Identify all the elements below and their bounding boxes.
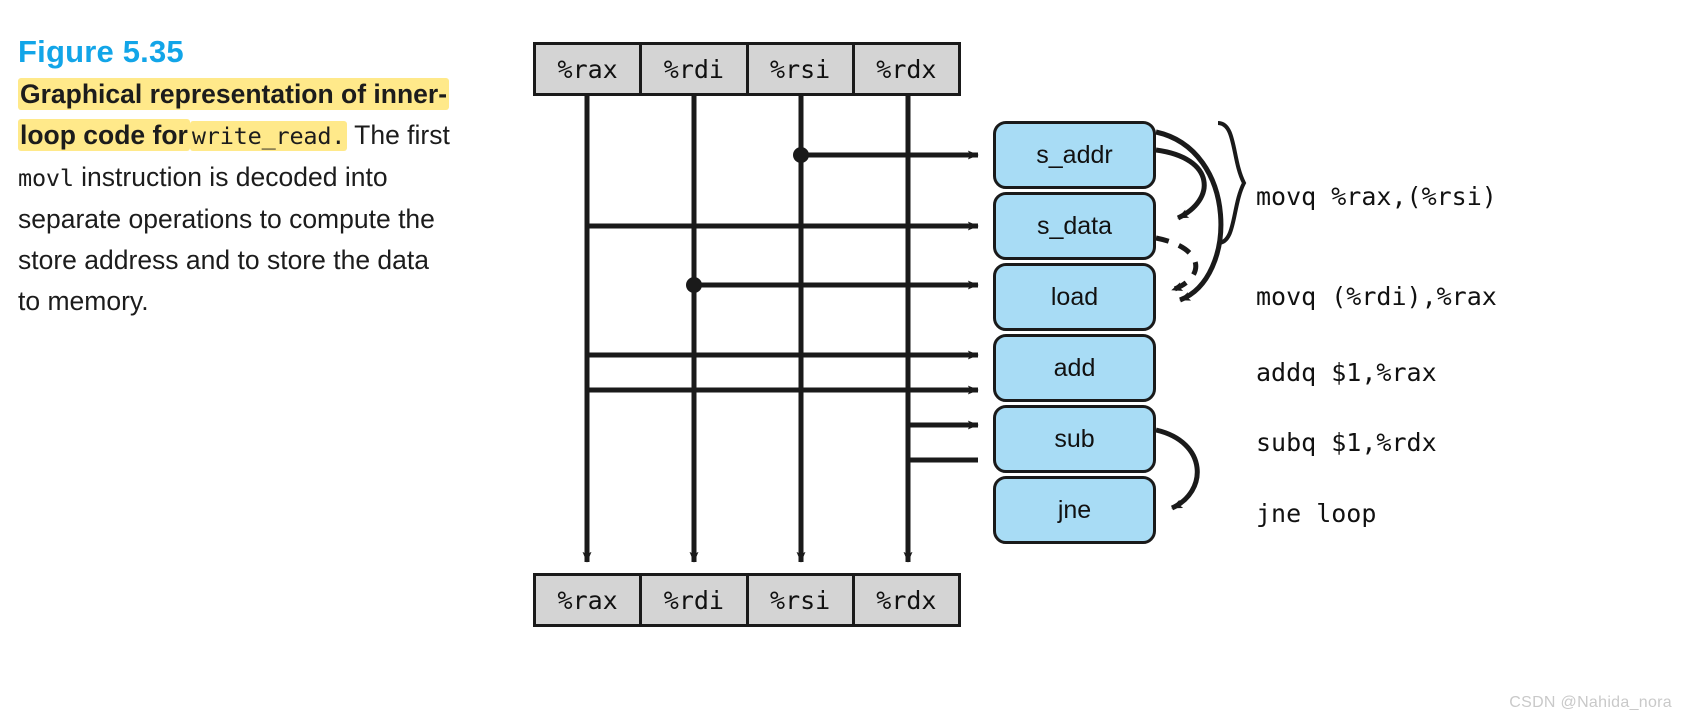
assembly-line-load: movq (%rdi),%rax	[1256, 282, 1497, 311]
wire-saddr-to-load-curve	[1155, 129, 1224, 303]
assembly-line-sub: subq $1,%rdx	[1256, 428, 1437, 457]
wire-sub-to-jne-curve	[1155, 427, 1200, 511]
register-file-top: %rax %rdi %rsi %rdx	[533, 42, 961, 96]
operation-box-s-addr: s_addr	[993, 121, 1156, 189]
junction-dot-rdi-load	[686, 277, 702, 293]
register-cell-rdx-top: %rdx	[876, 54, 937, 84]
operation-box-load: load	[993, 263, 1156, 331]
register-cell-rax-bottom: %rax	[536, 576, 643, 624]
assembly-line-jne: jne loop	[1256, 499, 1377, 528]
register-cell-rdi-top: %rdi	[642, 45, 749, 93]
assembly-line-store: movq %rax,(%rsi)	[1256, 182, 1497, 211]
register-cell-rdx-bottom: %rdx	[876, 585, 937, 615]
operation-box-jne: jne	[993, 476, 1156, 544]
register-cell-rsi-bottom: %rsi	[749, 576, 855, 624]
watermark-text: CSDN @Nahida_nora	[1509, 694, 1672, 711]
operation-box-add: add	[993, 334, 1156, 402]
wire-rax-to-sdata	[584, 96, 979, 231]
assembly-line-add: addq $1,%rax	[1256, 358, 1437, 387]
brace-store-pair	[1217, 121, 1247, 245]
wire-load-to-add	[584, 320, 979, 360]
dataflow-diagram: %rax %rdi %rsi %rdx %rax %rdi %rsi %rdx …	[0, 0, 1684, 720]
junction-dot-rsi-saddr	[793, 147, 809, 163]
wire-sdata-to-load-dashed	[1155, 235, 1199, 293]
register-file-bottom: %rax %rdi %rsi %rdx	[533, 573, 961, 627]
register-cell-rsi-top: %rsi	[749, 45, 855, 93]
wire-saddr-to-sdata-curve	[1155, 147, 1207, 221]
register-cell-rax-top: %rax	[536, 45, 643, 93]
operation-box-s-data: s_data	[993, 192, 1156, 260]
register-cell-rdi-bottom: %rdi	[642, 576, 749, 624]
operation-box-sub: sub	[993, 405, 1156, 473]
